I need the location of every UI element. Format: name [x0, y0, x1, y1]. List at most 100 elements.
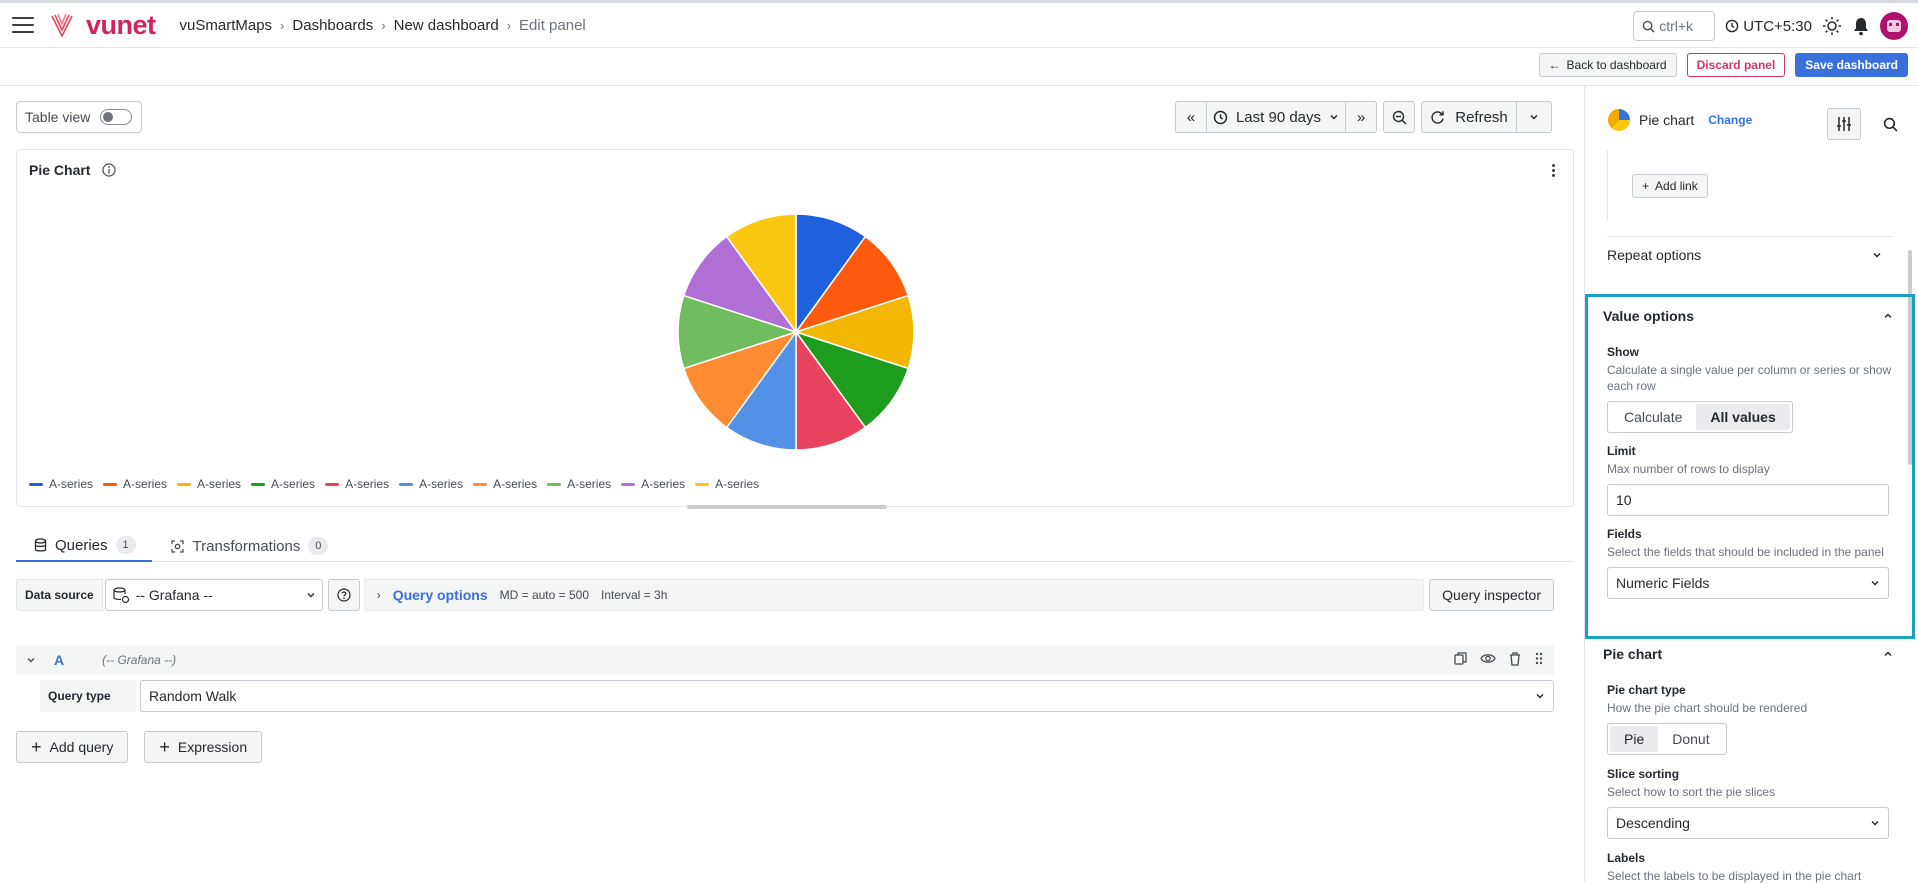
- data-links-section: + Add link: [1607, 150, 1892, 220]
- tab-queries-label: Queries: [55, 536, 108, 554]
- time-shift-forward-button[interactable]: »: [1345, 101, 1377, 133]
- menu-icon[interactable]: [12, 17, 34, 33]
- query-type-row: Query type Random Walk: [40, 680, 1554, 712]
- pie-chart-section-title: Pie chart: [1603, 646, 1663, 662]
- slice-sorting-description: Select how to sort the pie slices: [1607, 785, 1776, 799]
- tab-queries[interactable]: Queries 1: [16, 530, 152, 562]
- search-icon: [1883, 117, 1897, 131]
- info-icon[interactable]: [102, 163, 117, 177]
- time-range-picker[interactable]: Last 90 days: [1206, 101, 1346, 133]
- legend-swatch: [399, 482, 414, 486]
- breadcrumb-item[interactable]: Dashboards: [292, 17, 373, 34]
- refresh-button[interactable]: Refresh: [1421, 101, 1517, 133]
- legend-item[interactable]: A-series: [103, 477, 167, 491]
- query-type-select[interactable]: Random Walk: [140, 680, 1554, 712]
- duplicate-icon[interactable]: [1453, 651, 1468, 666]
- add-query-row: + Add query + Expression: [16, 731, 263, 763]
- datasource-help-button[interactable]: [327, 579, 360, 611]
- add-expression-button[interactable]: + Expression: [144, 731, 263, 763]
- legend-item[interactable]: A-series: [29, 477, 93, 491]
- datasource-picker[interactable]: -- Grafana --: [104, 579, 323, 611]
- collapse-chevron-icon[interactable]: [26, 655, 36, 665]
- breadcrumb-item[interactable]: vuSmartMaps: [180, 17, 273, 34]
- chevron-down-icon: [1871, 821, 1879, 826]
- datasource-row: Data source -- Grafana -- › Query option…: [16, 579, 1554, 611]
- horizontal-scrollbar[interactable]: [687, 505, 887, 509]
- query-options-toggle[interactable]: › Query options MD = auto = 500 Interval…: [363, 579, 1425, 611]
- query-tabs: Queries 1 Transformations 0: [16, 530, 1574, 562]
- transform-icon: [170, 539, 184, 553]
- legend-label: A-series: [567, 477, 612, 491]
- add-link-label: Add link: [1655, 179, 1698, 193]
- breadcrumb-item[interactable]: New dashboard: [394, 17, 499, 34]
- theme-sun-icon[interactable]: [1822, 16, 1842, 36]
- labels-field: Labels Select the labels to be displayed…: [1607, 851, 1892, 884]
- breadcrumb: vuSmartMaps › Dashboards › New dashboard…: [180, 17, 586, 34]
- zoom-out-button[interactable]: [1383, 101, 1415, 133]
- change-visualization-link[interactable]: Change: [1708, 113, 1752, 127]
- chevron-down-icon: [1330, 115, 1338, 120]
- legend-swatch: [695, 482, 710, 486]
- legend-label: A-series: [715, 477, 760, 491]
- add-query-button[interactable]: + Add query: [16, 731, 129, 763]
- query-row-header: A (-- Grafana --): [16, 645, 1554, 675]
- legend-label: A-series: [419, 477, 464, 491]
- legend-item[interactable]: A-series: [473, 477, 537, 491]
- brand-logo[interactable]: vunet: [50, 10, 156, 41]
- legend-item[interactable]: A-series: [547, 477, 611, 491]
- table-view-toggle[interactable]: Table view: [16, 101, 142, 133]
- pie-chart-type-description: How the pie chart should be rendered: [1607, 701, 1808, 715]
- tab-transformations[interactable]: Transformations 0: [152, 530, 345, 562]
- discard-panel-button[interactable]: Discard panel: [1686, 53, 1786, 77]
- pie-chart-section-header[interactable]: Pie chart: [1603, 646, 1893, 662]
- datasource-icon: [113, 587, 129, 604]
- panel-menu-icon[interactable]: [1543, 160, 1563, 180]
- legend-label: A-series: [271, 477, 316, 491]
- notification-bell-icon[interactable]: [1852, 16, 1870, 36]
- chevron-down-icon: [1873, 252, 1881, 258]
- panel-title: Pie Chart: [29, 162, 117, 178]
- search-shortcut: ctrl+k: [1659, 18, 1694, 34]
- legend-item[interactable]: A-series: [251, 477, 315, 491]
- queries-count-badge: 1: [115, 536, 136, 554]
- legend-item[interactable]: A-series: [399, 477, 463, 491]
- save-dashboard-button[interactable]: Save dashboard: [1795, 53, 1908, 77]
- back-to-dashboard-button[interactable]: ← Back to dashboard: [1538, 53, 1677, 77]
- repeat-options-title: Repeat options: [1607, 246, 1702, 263]
- eye-icon[interactable]: [1480, 651, 1496, 666]
- refresh-interval-dropdown[interactable]: [1516, 101, 1552, 133]
- query-ref-id[interactable]: A: [54, 652, 64, 668]
- pie-chart: [677, 213, 915, 451]
- drag-handle-icon[interactable]: [1534, 651, 1544, 666]
- legend-item[interactable]: A-series: [621, 477, 685, 491]
- repeat-options-header[interactable]: Repeat options: [1607, 236, 1892, 272]
- panel-preview: Pie Chart A-series A-series A-series A-seri…: [16, 149, 1574, 507]
- legend-swatch: [621, 482, 636, 486]
- avatar[interactable]: [1880, 12, 1908, 40]
- legend-label: A-series: [123, 477, 168, 491]
- legend-item[interactable]: A-series: [695, 477, 759, 491]
- max-data-points: MD = auto = 500: [499, 588, 589, 602]
- double-chevron-left-icon: «: [1186, 108, 1196, 126]
- toggle-switch[interactable]: [100, 109, 133, 125]
- add-link-button[interactable]: + Add link: [1632, 174, 1708, 198]
- search-options-button[interactable]: [1873, 108, 1907, 140]
- tab-transformations-label: Transformations: [192, 537, 301, 555]
- query-options-label: Query options: [392, 587, 488, 603]
- search-button[interactable]: ctrl+k: [1633, 11, 1716, 41]
- slice-sorting-select[interactable]: Descending: [1607, 807, 1889, 839]
- donut-option[interactable]: Donut: [1658, 726, 1723, 752]
- all-options-button[interactable]: [1827, 108, 1861, 140]
- trash-icon[interactable]: [1508, 651, 1522, 666]
- legend-item[interactable]: A-series: [325, 477, 389, 491]
- time-shift-back-button[interactable]: «: [1175, 101, 1207, 133]
- timezone-picker[interactable]: UTC+5:30: [1725, 18, 1812, 35]
- pie-chart-type-field: Pie chart type How the pie chart should …: [1607, 683, 1892, 755]
- query-inspector-button[interactable]: Query inspector: [1429, 579, 1554, 611]
- sliders-icon: [1837, 117, 1851, 131]
- pie-option[interactable]: Pie: [1610, 726, 1659, 752]
- table-view-label: Table view: [25, 109, 91, 125]
- edit-panel-toolbar: ← Back to dashboard Discard panel Save d…: [0, 48, 1918, 86]
- search-icon: [1642, 20, 1655, 33]
- legend-item[interactable]: A-series: [177, 477, 241, 491]
